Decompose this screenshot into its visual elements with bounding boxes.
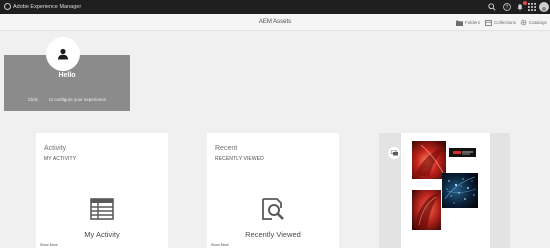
apps-icon[interactable] [527, 2, 537, 12]
user-avatar[interactable] [539, 2, 549, 12]
thumbnail-stack [401, 133, 490, 248]
recent-show-more-link[interactable]: Show More [211, 243, 229, 247]
recently-viewed-label: Recently Viewed [245, 230, 301, 239]
brand-banner-image[interactable] [449, 148, 476, 157]
catalogs-link[interactable]: Catalogs [520, 19, 547, 26]
hello-message: Click to configure your experience [4, 97, 130, 102]
table-icon [88, 197, 116, 221]
profile-avatar[interactable] [46, 37, 80, 71]
app-title[interactable]: Adobe Experience Manager [13, 2, 81, 12]
hello-message-end: to configure your experience [49, 97, 107, 102]
activity-show-more-link[interactable]: Show More [40, 243, 58, 247]
search-icon[interactable] [487, 2, 497, 12]
activity-card-title: Activity [44, 145, 67, 152]
recent-assets-panel [379, 133, 510, 248]
red-flower-image[interactable] [412, 141, 446, 179]
hello-title: Hello [58, 72, 76, 79]
gear-icon [520, 19, 527, 26]
user-icon [58, 48, 68, 60]
svg-text:?: ? [506, 5, 509, 11]
collections-link[interactable]: Collections [485, 19, 516, 26]
particles-image[interactable] [442, 173, 478, 208]
my-activity-label: My Activity [84, 230, 120, 239]
activity-card-subtitle: MY ACTIVITY [44, 156, 77, 162]
hello-message-start: Click [27, 97, 38, 102]
collections-icon [485, 19, 492, 26]
collections-label: Collections [494, 20, 517, 25]
folder-icon [456, 20, 463, 26]
folders-label: Folders [465, 20, 481, 25]
help-icon[interactable]: ? [502, 2, 512, 12]
red-tulip-image[interactable] [412, 190, 441, 230]
recent-card-title: Recent [215, 145, 238, 152]
view-toggle-icon[interactable] [388, 147, 400, 159]
shell-bar: Adobe Experience Manager ? [0, 0, 550, 14]
page-header: AEM Assets Folders Collections Catalogs [0, 14, 550, 31]
catalogs-label: Catalogs [529, 20, 547, 25]
aem-logo-icon[interactable] [4, 3, 11, 10]
folders-link[interactable]: Folders [456, 19, 480, 26]
search-doc-icon [259, 195, 287, 223]
activity-card[interactable]: Activity MY ACTIVITY My Activity Show Mo… [36, 133, 168, 248]
recent-card-subtitle: RECENTLY VIEWED [215, 156, 264, 162]
recent-card[interactable]: Recent RECENTLY VIEWED Recently Viewed S… [207, 133, 339, 248]
